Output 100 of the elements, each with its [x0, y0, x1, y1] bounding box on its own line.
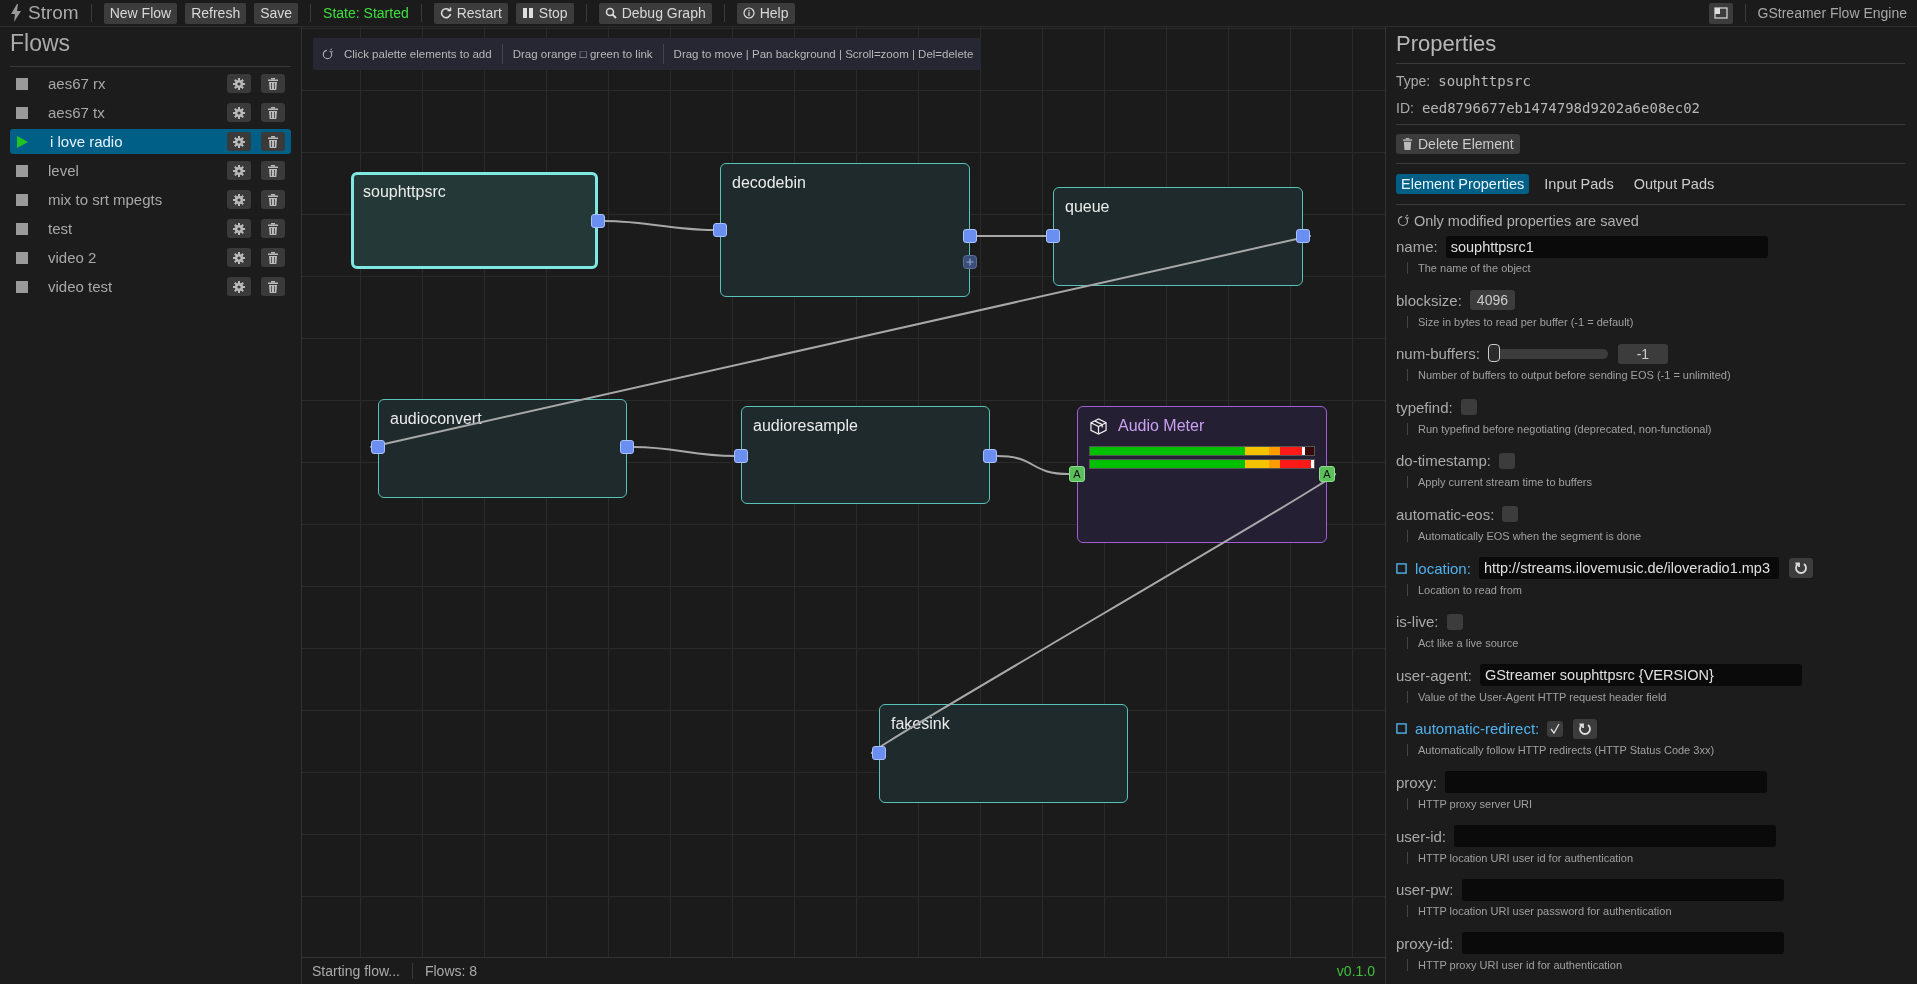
stop-icon: [16, 106, 28, 119]
trash-icon: [1402, 138, 1413, 150]
settings-button[interactable]: [227, 219, 251, 238]
property-label: proxy:: [1396, 773, 1437, 791]
checkbox[interactable]: [1502, 506, 1519, 523]
stop-icon: [16, 193, 28, 206]
settings-button[interactable]: [227, 190, 251, 209]
delete-button[interactable]: [261, 161, 285, 180]
delete-button[interactable]: [261, 248, 285, 267]
toolbar-button[interactable]: Help: [736, 2, 795, 24]
delete-button[interactable]: [261, 132, 285, 151]
property-description: Location to read from: [1418, 583, 1522, 596]
graph-node[interactable]: audioconvert: [378, 399, 627, 498]
output-pad[interactable]: A: [1319, 466, 1335, 482]
delete-button[interactable]: [261, 277, 285, 296]
settings-button[interactable]: [227, 74, 251, 93]
text-field[interactable]: http://streams.ilovemusic.de/iloveradio1.mp3: [1478, 557, 1779, 580]
delete-button[interactable]: [261, 103, 285, 122]
delete-element-button[interactable]: Delete Element: [1396, 134, 1520, 154]
flow-item[interactable]: video 2: [10, 245, 291, 270]
property-description: Automatically EOS when the segment is done: [1418, 529, 1642, 542]
reset-icon: [1578, 721, 1593, 736]
number-field[interactable]: 4096: [1469, 290, 1515, 311]
app-title: Strom: [28, 2, 79, 24]
flow-item[interactable]: mix to srt mpegts: [10, 187, 291, 212]
settings-button[interactable]: [227, 277, 251, 296]
checkbox[interactable]: [1499, 452, 1516, 469]
property-description: Number of buffers to output before sending EOS (-1 = unlimited): [1418, 369, 1731, 382]
settings-button[interactable]: [227, 132, 251, 151]
engine-name: GStreamer Flow Engine: [1757, 5, 1907, 21]
play-icon: [16, 135, 28, 148]
graph-node[interactable]: audioresample: [741, 406, 990, 504]
add-pad-icon[interactable]: [963, 255, 977, 269]
toolbar-button[interactable]: New Flow: [103, 2, 178, 24]
stop-icon: [16, 164, 28, 177]
input-pad[interactable]: [734, 449, 748, 463]
flow-item[interactable]: video test: [10, 274, 291, 299]
output-pad[interactable]: [963, 229, 977, 243]
property-description: HTTP location URI user password for authentication: [1418, 905, 1672, 918]
input-pad[interactable]: [713, 223, 727, 237]
output-pad[interactable]: [983, 449, 997, 463]
toolbar-button[interactable]: Debug Graph: [598, 2, 712, 24]
reset-button[interactable]: [1788, 558, 1813, 579]
toolbar-button[interactable]: Save: [254, 2, 299, 24]
gear-icon: [233, 77, 245, 90]
trash-icon: [267, 77, 279, 90]
tab[interactable]: Element Properties: [1396, 174, 1530, 194]
node-title: Audio Meter: [1118, 417, 1205, 435]
checkbox[interactable]: [1547, 720, 1564, 737]
layout-toggle-button[interactable]: [1708, 2, 1733, 24]
delete-button[interactable]: [261, 190, 285, 209]
tab[interactable]: Output Pads: [1628, 174, 1720, 194]
property-label: typefind:: [1396, 398, 1453, 416]
input-pad[interactable]: A: [1069, 466, 1085, 482]
toolbar-button[interactable]: Stop: [515, 2, 574, 24]
text-field[interactable]: souphttpsrc1: [1445, 235, 1768, 258]
flow-item[interactable]: level: [10, 158, 291, 183]
number-field[interactable]: -1: [1617, 343, 1668, 364]
hint-icon: [1396, 214, 1410, 228]
lightning-icon: [10, 4, 22, 22]
reset-button[interactable]: [1573, 718, 1598, 739]
toolbar-button[interactable]: Refresh: [185, 2, 247, 24]
delete-button[interactable]: [261, 74, 285, 93]
trash-icon: [267, 193, 279, 206]
graph-node[interactable]: decodebin: [720, 163, 970, 297]
state-label: State: Started: [323, 5, 409, 21]
output-pad[interactable]: [1296, 229, 1310, 243]
toolbar-button[interactable]: Restart: [433, 2, 508, 24]
property-label: num-buffers:: [1396, 345, 1480, 363]
flow-item[interactable]: i love radio: [10, 129, 291, 154]
type-value: souphttpsrc: [1438, 72, 1531, 89]
input-pad[interactable]: [371, 440, 385, 454]
output-pad[interactable]: [620, 440, 634, 454]
sidebar-title: Flows: [10, 29, 72, 58]
output-pad[interactable]: [591, 214, 605, 228]
input-pad[interactable]: [872, 746, 886, 760]
flow-name: video test: [48, 278, 114, 295]
input-pad[interactable]: [1046, 229, 1060, 243]
flow-name: mix to srt mpegts: [48, 191, 164, 208]
tab[interactable]: Input Pads: [1539, 174, 1619, 194]
flow-item[interactable]: aes67 rx: [10, 71, 291, 96]
property-label: automatic-redirect:: [1415, 720, 1540, 738]
checkbox[interactable]: [1460, 399, 1477, 416]
property-description: The name of the object: [1418, 262, 1531, 274]
text-field[interactable]: GStreamer souphttpsrc {VERSION}: [1479, 664, 1802, 687]
checkbox[interactable]: [1446, 613, 1463, 630]
settings-button[interactable]: [227, 248, 251, 267]
flow-count: Flows: 8: [424, 963, 478, 979]
graph-node[interactable]: souphttpsrc: [351, 172, 598, 269]
square-icon: [1396, 723, 1407, 735]
flow-item[interactable]: aes67 tx: [10, 100, 291, 125]
graph-node[interactable]: queue: [1053, 187, 1303, 286]
property-label: location:: [1415, 559, 1471, 577]
flow-item[interactable]: test: [10, 216, 291, 241]
settings-button[interactable]: [227, 103, 251, 122]
property-description: Run typefind before negotiating (deprecated, non-functional): [1418, 422, 1712, 435]
delete-button[interactable]: [261, 219, 285, 238]
layout-icon: [1713, 7, 1728, 19]
property-label: blocksize:: [1396, 291, 1462, 309]
settings-button[interactable]: [227, 161, 251, 180]
